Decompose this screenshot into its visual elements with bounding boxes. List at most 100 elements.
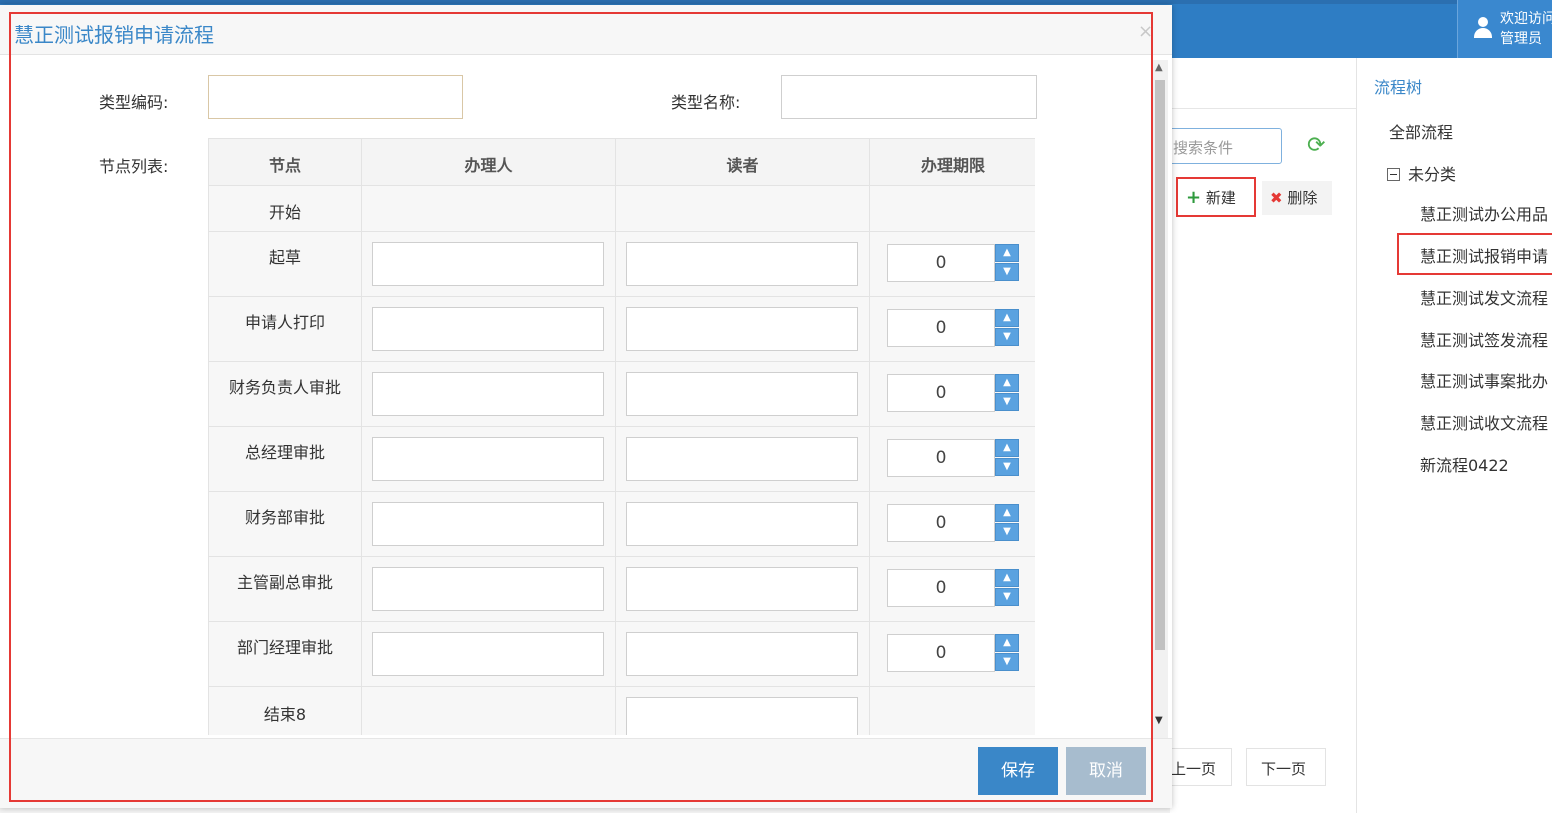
handler-input[interactable] xyxy=(372,632,604,676)
scroll-down-icon[interactable]: ▼ xyxy=(1155,715,1163,726)
column-header-node: 节点 xyxy=(268,156,301,175)
tree-item[interactable]: 慧正测试发文流程 xyxy=(1420,285,1548,309)
dialog-footer: 保存 取消 xyxy=(0,738,1172,808)
handler-input[interactable] xyxy=(372,242,604,286)
chevron-up-icon[interactable]: ▲ xyxy=(995,309,1019,327)
handler-input[interactable] xyxy=(372,502,604,546)
delete-button[interactable]: ✖ 删除 xyxy=(1262,181,1332,215)
reader-input[interactable] xyxy=(626,697,858,735)
reader-input[interactable] xyxy=(626,307,858,351)
user-menu[interactable]: 欢迎访问 管理员 xyxy=(1457,0,1552,58)
reader-input[interactable] xyxy=(626,632,858,676)
new-button[interactable]: + 新建 xyxy=(1176,177,1256,217)
node-name: 主管副总审批 xyxy=(236,573,333,592)
reader-input[interactable] xyxy=(626,502,858,546)
chevron-down-icon[interactable]: ▼ xyxy=(995,458,1019,476)
collapse-icon[interactable] xyxy=(1387,168,1400,181)
delete-icon: ✖ xyxy=(1270,189,1283,207)
deadline-value[interactable]: 0 xyxy=(887,634,995,672)
top-bar-edge xyxy=(0,0,1552,4)
chevron-up-icon[interactable]: ▲ xyxy=(995,244,1019,262)
user-icon xyxy=(1472,17,1494,39)
tree-item[interactable]: 新流程0422 xyxy=(1420,452,1509,476)
tree-item[interactable]: 慧正测试签发流程 xyxy=(1420,327,1548,351)
handler-input[interactable] xyxy=(372,307,604,351)
column-header-reader: 读者 xyxy=(726,156,759,175)
chevron-down-icon[interactable]: ▼ xyxy=(995,523,1019,541)
divider xyxy=(1170,108,1356,109)
deadline-stepper[interactable]: 0 ▲ ▼ xyxy=(887,634,1019,672)
type-name-field[interactable] xyxy=(781,75,1037,119)
chevron-down-icon[interactable]: ▼ xyxy=(995,588,1019,606)
chevron-down-icon[interactable]: ▼ xyxy=(995,328,1019,346)
deadline-value[interactable]: 0 xyxy=(887,569,995,607)
type-code-field[interactable] xyxy=(208,75,463,119)
handler-input[interactable] xyxy=(372,372,604,416)
deadline-stepper[interactable]: 0 ▲ ▼ xyxy=(887,504,1019,542)
save-button[interactable]: 保存 xyxy=(978,747,1058,795)
handler-input[interactable] xyxy=(372,437,604,481)
next-page-button[interactable]: 下一页 xyxy=(1246,748,1326,786)
chevron-down-icon[interactable]: ▼ xyxy=(995,263,1019,281)
deadline-value[interactable]: 0 xyxy=(887,374,995,412)
deadline-value[interactable]: 0 xyxy=(887,309,995,347)
node-name: 部门经理审批 xyxy=(236,638,333,657)
deadline-stepper[interactable]: 0 ▲ ▼ xyxy=(887,439,1019,477)
type-name-label: 类型名称: xyxy=(671,93,741,112)
tree-root[interactable]: 全部流程 xyxy=(1389,119,1453,143)
new-button-label: 新建 xyxy=(1205,189,1236,207)
node-name: 财务负责人审批 xyxy=(228,378,341,397)
deadline-stepper[interactable]: 0 ▲ ▼ xyxy=(887,569,1019,607)
chevron-up-icon[interactable]: ▲ xyxy=(995,504,1019,522)
deadline-value[interactable]: 0 xyxy=(887,439,995,477)
deadline-stepper[interactable]: 0 ▲ ▼ xyxy=(887,244,1019,282)
chevron-down-icon[interactable]: ▼ xyxy=(995,393,1019,411)
dialog-header: 慧正测试报销申请流程 × xyxy=(0,5,1172,55)
prev-page-button[interactable]: 上一页 xyxy=(1162,748,1232,786)
process-dialog: 慧正测试报销申请流程 × 类型编码: 类型名称: 节点列表: 节点 办理人 读者… xyxy=(0,5,1172,808)
scroll-up-icon[interactable]: ▲ xyxy=(1155,62,1163,73)
dialog-title: 慧正测试报销申请流程 xyxy=(14,23,214,47)
reader-input[interactable] xyxy=(626,567,858,611)
chevron-down-icon[interactable]: ▼ xyxy=(995,653,1019,671)
table-row: 财务负责人审批 0 ▲ ▼ xyxy=(209,362,1035,427)
column-header-handler: 办理人 xyxy=(464,156,513,175)
tree-item[interactable]: 慧正测试收文流程 xyxy=(1420,410,1548,434)
handler-input[interactable] xyxy=(372,567,604,611)
node-table: 节点 办理人 读者 办理期限 开始 起草 0 ▲ ▼ 申请人打印 0 ▲ ▼ 财… xyxy=(208,138,1035,735)
chevron-up-icon[interactable]: ▲ xyxy=(995,634,1019,652)
node-name: 结束8 xyxy=(263,705,307,724)
tree-item[interactable]: 慧正测试事案批办 xyxy=(1420,368,1548,392)
delete-button-label: 删除 xyxy=(1287,189,1318,207)
deadline-stepper[interactable]: 0 ▲ ▼ xyxy=(887,309,1019,347)
scroll-thumb[interactable] xyxy=(1155,80,1165,650)
tree-group-label: 未分类 xyxy=(1408,165,1457,184)
reader-input[interactable] xyxy=(626,242,858,286)
tree-item[interactable]: 慧正测试办公用品 xyxy=(1420,201,1548,225)
node-list-label: 节点列表: xyxy=(99,157,169,176)
table-row: 财务部审批 0 ▲ ▼ xyxy=(209,492,1035,557)
deadline-value[interactable]: 0 xyxy=(887,244,995,282)
refresh-icon[interactable]: ⟳ xyxy=(1307,134,1331,158)
reader-input[interactable] xyxy=(626,437,858,481)
table-row: 申请人打印 0 ▲ ▼ xyxy=(209,297,1035,362)
tree-group[interactable]: 未分类 xyxy=(1387,161,1456,185)
close-icon[interactable]: × xyxy=(1138,21,1153,42)
welcome-text: 欢迎访问 xyxy=(1500,11,1552,27)
chevron-up-icon[interactable]: ▲ xyxy=(995,439,1019,457)
cancel-button[interactable]: 取消 xyxy=(1066,747,1146,795)
list-pane xyxy=(1170,58,1356,813)
table-row: 主管副总审批 0 ▲ ▼ xyxy=(209,557,1035,622)
deadline-stepper[interactable]: 0 ▲ ▼ xyxy=(887,374,1019,412)
dialog-scrollbar[interactable]: ▲ ▼ xyxy=(1152,60,1168,740)
table-row: 总经理审批 0 ▲ ▼ xyxy=(209,427,1035,492)
reader-input[interactable] xyxy=(626,372,858,416)
type-code-label: 类型编码: xyxy=(99,93,169,112)
table-row: 开始 xyxy=(209,186,1035,232)
table-row: 部门经理审批 0 ▲ ▼ xyxy=(209,622,1035,687)
search-input[interactable]: 搜索条件 xyxy=(1162,128,1282,164)
chevron-up-icon[interactable]: ▲ xyxy=(995,569,1019,587)
tree-item-selected[interactable]: 慧正测试报销申请 xyxy=(1420,243,1548,267)
deadline-value[interactable]: 0 xyxy=(887,504,995,542)
chevron-up-icon[interactable]: ▲ xyxy=(995,374,1019,392)
